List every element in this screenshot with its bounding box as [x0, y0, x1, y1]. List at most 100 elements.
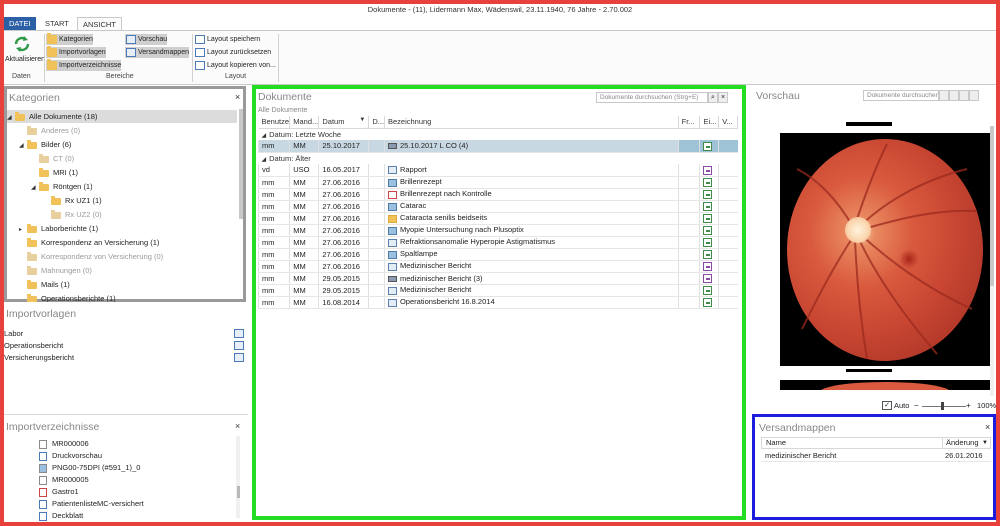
column-header[interactable]: V...: [718, 116, 738, 129]
layout-save-button[interactable]: Layout speichern: [194, 34, 260, 45]
toggle-importverzeichnisse[interactable]: Importverzeichnisse: [46, 59, 122, 71]
close-icon[interactable]: ×: [235, 92, 240, 102]
table-row[interactable]: mm MM 27.06.2016 Spaltlampe: [257, 248, 738, 261]
table-row[interactable]: mm MM 27.06.2016 Cataracta senilis beidseit…: [257, 212, 738, 225]
open-document-icon[interactable]: [703, 165, 713, 175]
scrollbar[interactable]: [239, 109, 243, 219]
list-item[interactable]: PatientenlisteMC-versichert: [39, 498, 144, 510]
collapse-icon[interactable]: ◢: [262, 157, 267, 163]
tree-item[interactable]: MRI (1): [39, 166, 78, 179]
cell-action[interactable]: [699, 176, 719, 189]
toggle-importvorlagen[interactable]: Importvorlagen: [46, 46, 106, 58]
column-header[interactable]: Name: [766, 438, 786, 448]
open-document-icon[interactable]: [703, 141, 713, 151]
list-item[interactable]: Labor: [4, 328, 244, 339]
column-header[interactable]: D...: [368, 116, 385, 129]
open-document-icon[interactable]: [703, 225, 713, 235]
open-document-icon[interactable]: [703, 189, 713, 199]
column-header[interactable]: Änderung: [946, 438, 979, 448]
list-item[interactable]: Gastro1: [39, 486, 79, 498]
open-document-icon[interactable]: [703, 273, 713, 283]
list-item[interactable]: MR000005: [39, 474, 89, 486]
open-document-icon[interactable]: [703, 261, 713, 271]
cell-action[interactable]: [699, 248, 719, 261]
open-document-icon[interactable]: [703, 177, 713, 187]
open-document-icon[interactable]: [703, 249, 713, 259]
zoom-out-icon[interactable]: −: [914, 401, 919, 411]
cell-action[interactable]: [699, 188, 719, 201]
column-header[interactable]: Mand...: [289, 116, 320, 129]
tree-item[interactable]: CT (0): [39, 152, 74, 165]
column-header[interactable]: Fr...: [678, 116, 701, 129]
toggle-kategorien[interactable]: Kategorien: [46, 33, 93, 45]
zoom-slider-thumb[interactable]: [941, 402, 944, 410]
search-icon[interactable]: [939, 90, 949, 101]
list-item[interactable]: Operationsbericht: [4, 340, 244, 351]
table-row[interactable]: mm MM 25.10.2017 25.10.2017 L CO (4): [257, 140, 738, 153]
list-item[interactable]: Deckblatt: [39, 510, 83, 522]
vorschau-search-input[interactable]: Dokumente durchsuchen: [863, 90, 939, 101]
column-header[interactable]: Datum ▼: [318, 116, 370, 129]
next-icon[interactable]: [959, 90, 969, 101]
table-row[interactable]: mm MM 29.05.2015 medizinischer Bericht (3): [257, 272, 738, 285]
tree-item[interactable]: Rx UZ2 (0): [51, 208, 102, 221]
list-item[interactable]: Druckvorschau: [39, 450, 102, 462]
tab-datei[interactable]: DATEI: [4, 17, 36, 30]
table-row[interactable]: mm MM 29.05.2015 Medizinischer Bericht: [257, 284, 738, 297]
cell-action[interactable]: [699, 296, 719, 309]
tree-item[interactable]: ◢ Alle Dokumente (18): [7, 110, 237, 123]
tree-item[interactable]: ◢ Röntgen (1): [31, 180, 93, 193]
cell-action[interactable]: [699, 164, 719, 177]
auto-checkbox[interactable]: ✓: [882, 401, 892, 410]
table-row[interactable]: medizinischer Bericht 26.01.2016: [761, 450, 991, 462]
dokumente-search-input[interactable]: Dokumente durchsuchen (Strg+E): [596, 92, 708, 103]
scrollbar-thumb[interactable]: [237, 486, 240, 498]
table-row[interactable]: mm MM 27.06.2016 Brillenrezept nach Kontrol…: [257, 188, 738, 201]
layout-copy-button[interactable]: Layout kopieren von...: [194, 60, 276, 71]
collapse-icon[interactable]: ◢: [262, 133, 267, 139]
tab-start[interactable]: START: [40, 17, 74, 30]
column-header[interactable]: Benutzer: [258, 116, 291, 129]
toggle-versandmappen[interactable]: Versandmappen: [125, 47, 189, 58]
table-row[interactable]: vd USO 16.05.2017 Rapport: [257, 164, 738, 177]
cell-action[interactable]: [699, 212, 719, 225]
group-row[interactable]: ◢ Datum: Letzte Woche: [259, 128, 738, 140]
clear-icon[interactable]: [969, 90, 979, 101]
scrollbar-thumb[interactable]: [990, 126, 994, 286]
list-item[interactable]: PNG00-75DPI (#591_1)_0: [39, 462, 140, 474]
tree-item[interactable]: Operationsberichte (1): [27, 292, 116, 302]
table-row[interactable]: mm MM 27.06.2016 Myopie Untersuchung nach P…: [257, 224, 738, 237]
search-icon[interactable]: ⌕: [708, 92, 718, 103]
table-row[interactable]: mm MM 27.06.2016 Refraktionsanomalie Hypero…: [257, 236, 738, 249]
open-document-icon[interactable]: [703, 237, 713, 247]
tree-item[interactable]: Mahnungen (0): [27, 264, 92, 277]
group-row[interactable]: ◢ Datum: Älter: [259, 152, 738, 164]
open-document-icon[interactable]: [703, 285, 713, 295]
zoom-in-icon[interactable]: +: [966, 401, 971, 411]
zoom-slider[interactable]: [922, 406, 966, 407]
tree-item[interactable]: Anderes (0): [27, 124, 80, 137]
scrollbar[interactable]: [236, 436, 240, 518]
cell-action[interactable]: [699, 272, 719, 285]
tree-item[interactable]: ◢ Bilder (6): [19, 138, 71, 151]
cell-action[interactable]: [699, 284, 719, 297]
tree-item[interactable]: ▸ Laborberichte (1): [19, 222, 98, 235]
open-document-icon[interactable]: [703, 201, 713, 211]
tree-item[interactable]: Mails (1): [27, 278, 70, 291]
column-header[interactable]: Bezeichnung: [384, 116, 679, 129]
open-document-icon[interactable]: [703, 213, 713, 223]
clear-icon[interactable]: ×: [718, 92, 728, 103]
cell-action[interactable]: [699, 260, 719, 273]
tree-item[interactable]: Korrespondenz an Versicherung (1): [27, 236, 159, 249]
cell-action[interactable]: [699, 224, 719, 237]
cell-action[interactable]: [699, 236, 719, 249]
tree-item[interactable]: Rx UZ1 (1): [51, 194, 102, 207]
previous-icon[interactable]: [949, 90, 959, 101]
table-row[interactable]: mm MM 16.08.2014 Operationsbericht 16.8.201…: [257, 296, 738, 309]
column-header[interactable]: Ei...: [699, 116, 720, 129]
table-row[interactable]: mm MM 27.06.2016 Brillenrezept: [257, 176, 738, 189]
tab-ansicht[interactable]: ANSICHT: [77, 17, 122, 30]
layout-reset-button[interactable]: Layout zurücksetzen: [194, 47, 271, 58]
list-item[interactable]: Versicherungsbericht: [4, 352, 244, 363]
table-row[interactable]: mm MM 27.06.2016 Medizinischer Bericht: [257, 260, 738, 273]
